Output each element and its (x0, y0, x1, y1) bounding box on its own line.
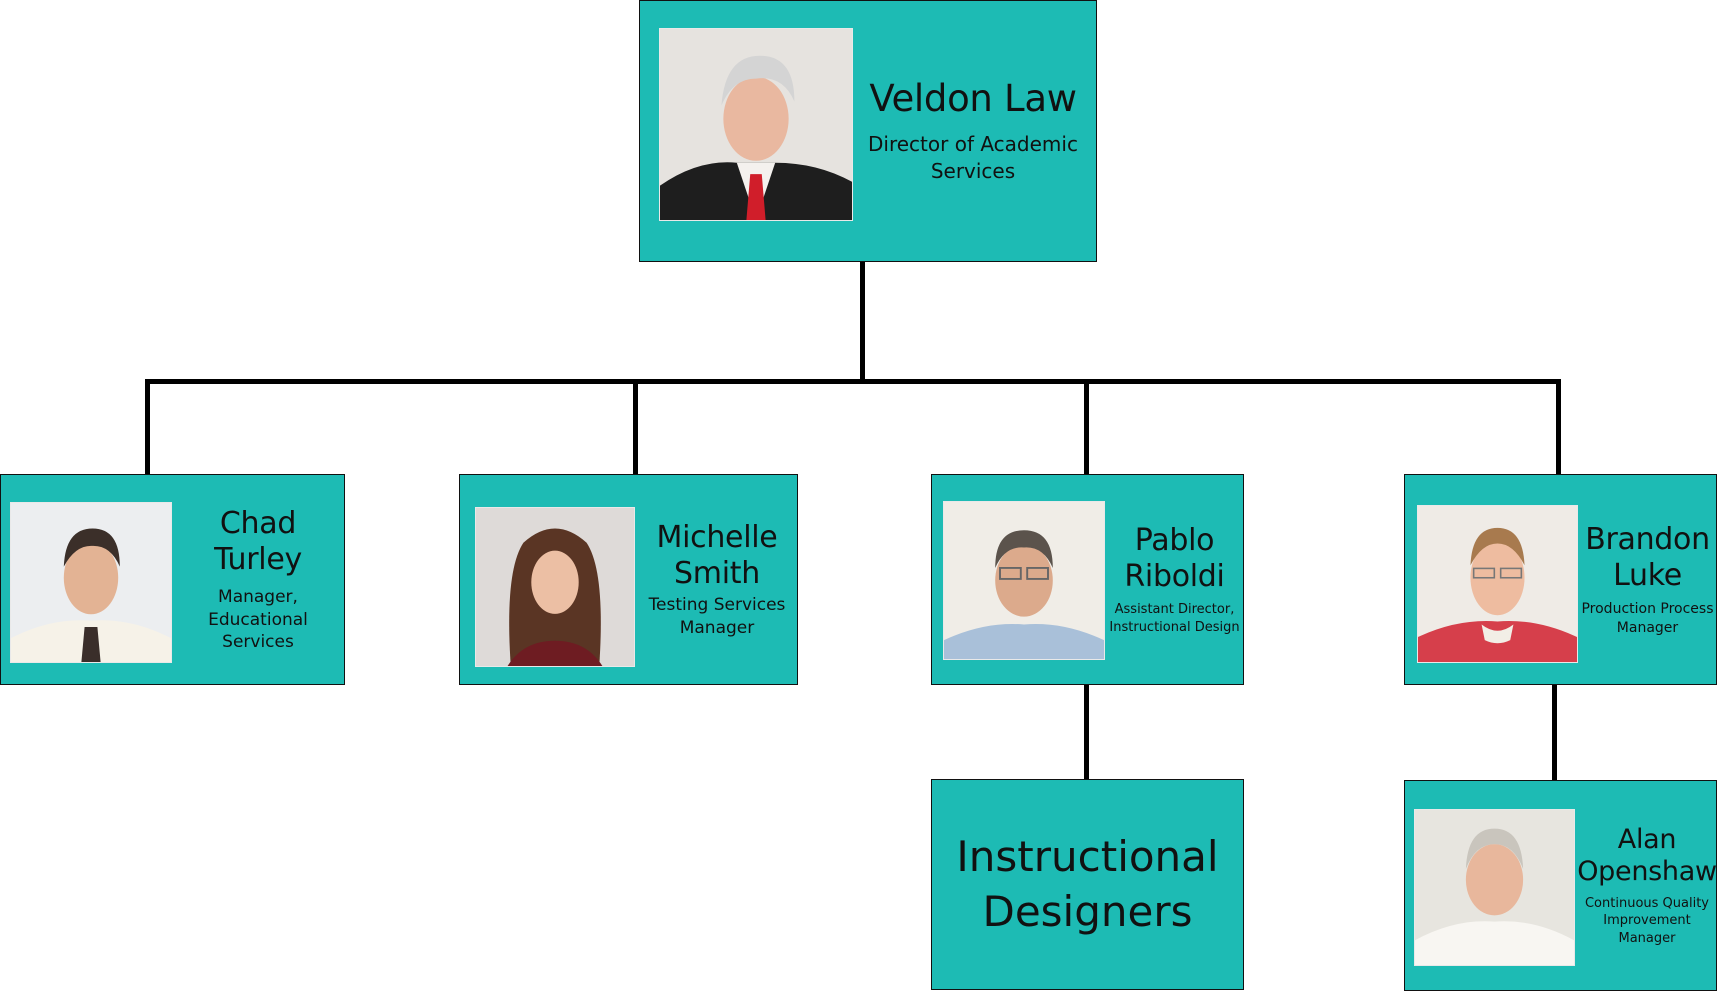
node-title: Continuous Quality Improvement Manager (1585, 895, 1709, 948)
portrait-photo (475, 507, 635, 667)
node-title: Testing Services Manager (649, 594, 786, 640)
node-text: Alan Openshaw Continuous Quality Improve… (1577, 793, 1717, 978)
node-title-line: Manager (679, 618, 755, 638)
node-name-line: Michelle (656, 520, 778, 556)
node-title: Director of Academic Services (868, 131, 1078, 185)
group-label-line: Designers (982, 886, 1193, 936)
node-text: Chad Turley Manager, Educational Service… (173, 495, 343, 665)
node-name-line: Pablo (1134, 523, 1215, 559)
node-pablo-riboldi: Pablo Riboldi Assistant Director, Instru… (931, 474, 1244, 685)
connector-brandon-alan (1552, 684, 1557, 781)
node-name: Veldon Law (869, 76, 1077, 120)
node-instructional-designers: Instructional Designers (931, 779, 1244, 990)
portrait-photo (1414, 809, 1575, 966)
node-title-line: Testing Services (648, 595, 786, 616)
node-name-line: Alan (1617, 823, 1677, 855)
node-alan-openshaw: Alan Openshaw Continuous Quality Improve… (1404, 780, 1717, 991)
node-title-line: Manager, (218, 586, 298, 607)
portrait-photo (943, 501, 1105, 660)
node-title-line: Improvement (1603, 913, 1691, 929)
portrait-photo (10, 502, 172, 663)
node-name-line: Openshaw (1577, 856, 1717, 888)
portrait-photo (1417, 505, 1578, 663)
node-title-line: Services (930, 159, 1016, 184)
node-name: Alan Openshaw (1577, 824, 1717, 889)
node-title-line: Continuous Quality (1584, 895, 1709, 911)
node-title-line: Production Process (1581, 601, 1714, 618)
node-title: Manager, Educational Services (173, 586, 343, 655)
node-title: Assistant Director, Instructional Design (1109, 601, 1239, 636)
connector-director-trunk (860, 261, 865, 384)
node-title-line: Manager (1616, 620, 1679, 636)
connector-drop-pablo (1084, 379, 1089, 475)
connector-pablo-designers (1084, 684, 1089, 780)
connector-drop-brandon (1556, 379, 1561, 475)
node-name: Chad Turley (214, 505, 302, 577)
node-michelle-smith: Michelle Smith Testing Services Manager (459, 474, 798, 685)
node-text: Michelle Smith Testing Services Manager (638, 495, 796, 665)
node-title: Production Process Manager (1581, 600, 1713, 638)
director-text: Veldon Law Director of Academic Services (858, 61, 1088, 201)
node-name: Michelle Smith (657, 520, 778, 592)
node-name-line: Luke (1613, 558, 1682, 594)
connector-drop-michelle (633, 379, 638, 475)
portrait-photo (659, 28, 853, 221)
node-name-line: Riboldi (1124, 559, 1225, 595)
group-label: Instructional Designers (956, 830, 1218, 939)
node-title-line: Instructional Design (1109, 620, 1240, 635)
node-text: Pablo Riboldi Assistant Director, Instru… (1107, 495, 1242, 665)
node-name: Pablo Riboldi (1124, 523, 1225, 595)
node-brandon-luke: Brandon Luke Production Process Manager (1404, 474, 1717, 685)
connector-drop-chad (145, 379, 150, 475)
node-name-line: Brandon (1585, 522, 1710, 558)
node-title-line: Manager (1618, 930, 1676, 946)
node-title-line: Assistant Director, (1114, 602, 1235, 618)
node-title-line: Educational Services (208, 609, 308, 653)
node-text: Instructional Designers (932, 780, 1243, 989)
connector-bus (145, 379, 1561, 384)
node-title-line: Director of Academic (868, 132, 1078, 157)
node-chad-turley: Chad Turley Manager, Educational Service… (0, 474, 345, 685)
node-name-line: Smith (674, 556, 760, 592)
group-label-line: Instructional (956, 831, 1219, 881)
node-director: Veldon Law Director of Academic Services (639, 0, 1097, 262)
node-text: Brandon Luke Production Process Manager (1580, 495, 1715, 665)
node-name: Brandon Luke (1585, 522, 1710, 594)
